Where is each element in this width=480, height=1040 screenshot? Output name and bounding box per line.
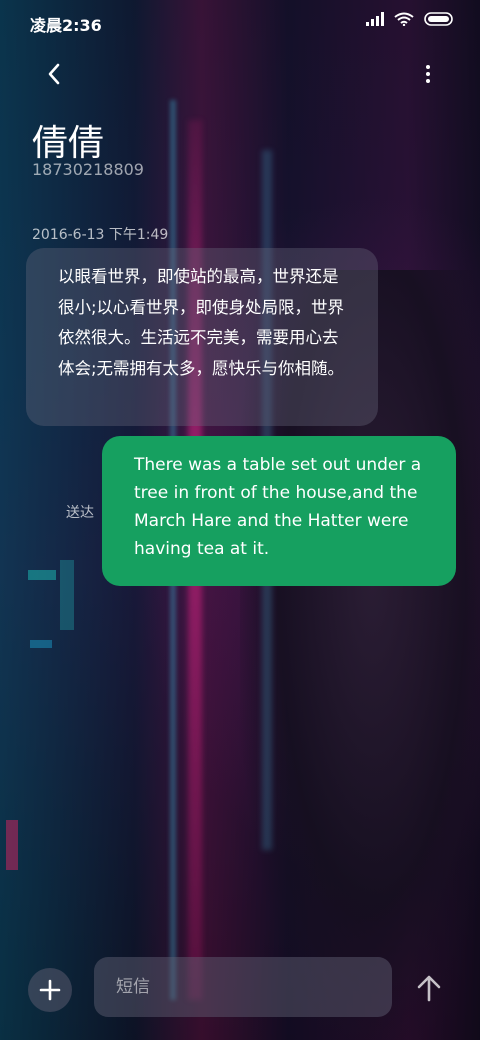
chevron-left-icon [48,63,60,85]
back-button[interactable] [36,56,72,92]
add-attachment-button[interactable] [28,968,72,1012]
composer-bar [0,956,480,1020]
status-bar: 凌晨2:36 [0,0,480,44]
message-input[interactable] [94,957,392,1017]
incoming-message-bubble[interactable]: 以眼看世界，即使站的最高，世界还是很小;以心看世界，即使身处局限，世界依然很大。… [26,248,378,426]
conversation-header: 倩倩 18730218809 [0,44,480,224]
wifi-icon [394,12,414,26]
status-icons [366,12,454,26]
delivery-status: 送达 [66,505,94,521]
send-button[interactable] [412,968,446,1008]
contact-name: 倩倩 [32,123,105,164]
contact-phone: 18730218809 [32,160,144,179]
more-options-button[interactable] [416,56,440,92]
message-timestamp: 2016-6-13 下午1:49 [32,227,169,243]
signal-icon [366,12,384,26]
outgoing-message-bubble[interactable]: There was a table set out under a tree i… [102,436,456,586]
status-time: 凌晨2:36 [30,16,102,35]
more-vertical-icon [426,65,430,83]
arrow-up-icon [417,975,441,1002]
plus-icon [39,979,61,1001]
battery-icon [424,12,453,26]
